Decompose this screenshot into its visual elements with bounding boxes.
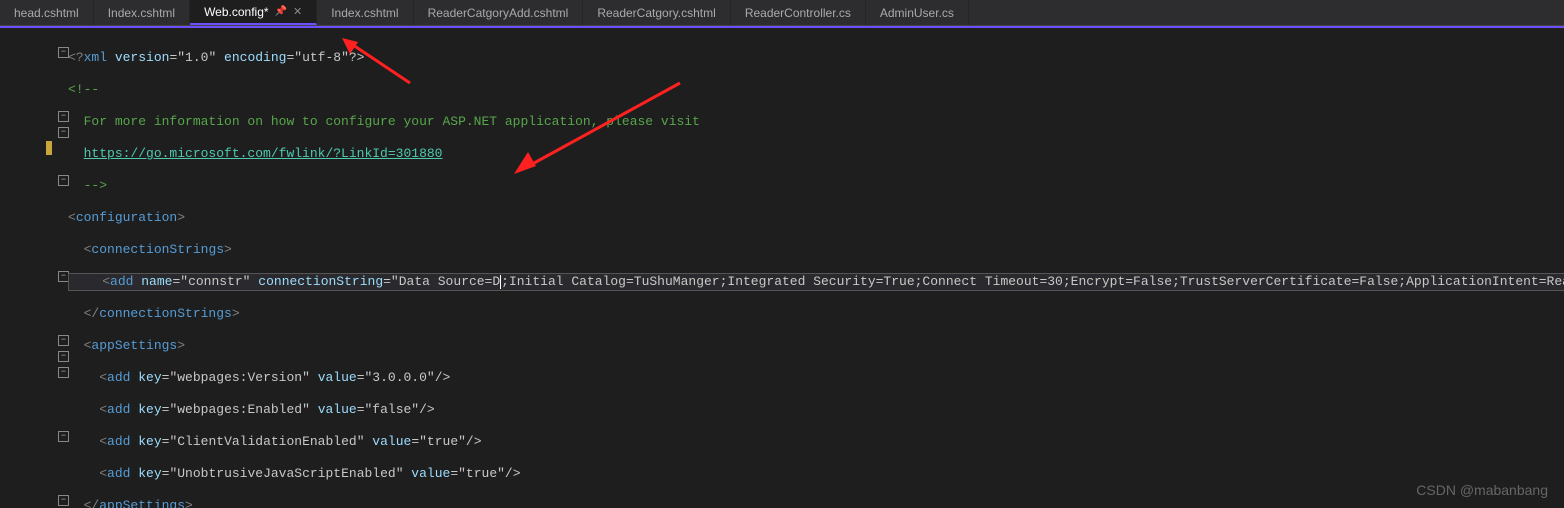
tab-readercontroller[interactable]: ReaderController.cs <box>731 0 866 25</box>
tab-readercatgoryadd[interactable]: ReaderCatgoryAdd.cshtml <box>414 0 584 25</box>
tab-index-cshtml-2[interactable]: Index.cshtml <box>317 0 413 25</box>
tab-index-cshtml-1[interactable]: Index.cshtml <box>94 0 190 25</box>
watermark: CSDN @mabanbang <box>1416 482 1548 498</box>
change-marker <box>46 141 52 155</box>
tab-adminuser[interactable]: AdminUser.cs <box>866 0 969 25</box>
gutter: − − − − − − − − − − <box>0 28 68 34</box>
editor-tabs: head.cshtml Index.cshtml Web.config* 📌 ✕… <box>0 0 1564 26</box>
pin-icon[interactable]: 📌 <box>275 6 287 17</box>
code-editor[interactable]: − − − − − − − − − − <?xml version="1.0" … <box>0 26 1564 508</box>
tab-readercatgory[interactable]: ReaderCatgory.cshtml <box>583 0 731 25</box>
close-icon[interactable]: ✕ <box>293 5 302 18</box>
code-area[interactable]: <?xml version="1.0" encoding="utf-8"?> <… <box>68 34 1564 508</box>
tab-head-cshtml[interactable]: head.cshtml <box>0 0 94 25</box>
tab-web-config[interactable]: Web.config* 📌 ✕ <box>190 0 317 25</box>
